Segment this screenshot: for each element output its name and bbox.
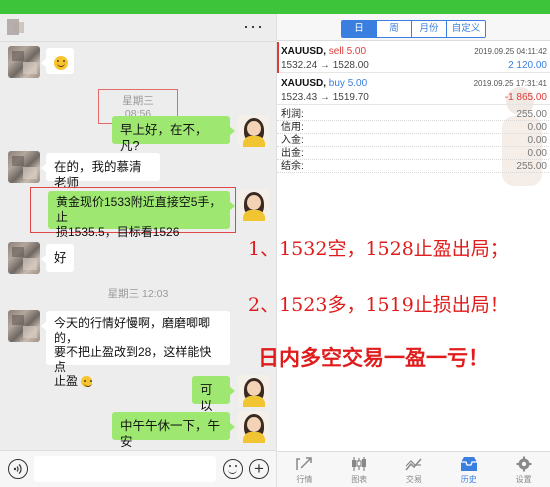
chart-icon: [352, 457, 367, 471]
my-avatar[interactable]: [238, 115, 270, 147]
summary-value: 255.00: [516, 109, 547, 120]
voice-icon: [13, 464, 22, 474]
tab-day[interactable]: 日: [342, 21, 377, 37]
summary-row: 利润: 255.00: [277, 108, 550, 121]
nav-label: 行情: [296, 475, 313, 484]
message-line: 黄金现价1533附近直接空5手，止: [56, 195, 222, 224]
smile-emoji-icon: [54, 55, 68, 70]
smile-emoji-icon: [81, 376, 93, 388]
nav-history[interactable]: 历史: [441, 452, 496, 487]
summary-label: 入金:: [281, 135, 304, 146]
summary-row: 结余: 255.00: [277, 160, 550, 173]
message-bubble-incoming[interactable]: 今天的行情好慢啊，磨磨唧唧的， 要不把止盈改到28，这样能快点 止盈: [41, 311, 230, 388]
summary-row: 出金: 0.00: [277, 147, 550, 160]
top-frame-bar: [0, 0, 550, 14]
account-summary: 利润: 255.00 信用: 0.00 入金: 0.00 出金: 0.00 结余: 255…: [277, 108, 550, 173]
deal-profit: -1 865.00: [504, 92, 547, 103]
summary-label: 信用:: [281, 122, 304, 133]
nav-label: 交易: [405, 475, 422, 484]
emoji-button[interactable]: [223, 459, 243, 479]
more-options-button[interactable]: ···: [243, 16, 264, 36]
back-arrow-icon: [7, 19, 24, 35]
summary-label: 利润:: [281, 109, 304, 120]
summary-value: 0.00: [527, 135, 547, 146]
message-bubble-incoming[interactable]: 好: [41, 244, 74, 272]
my-avatar[interactable]: [238, 189, 270, 221]
deal-profit: 2 120.00: [508, 60, 547, 71]
trade-header: 日 周 月份 自定义: [277, 14, 550, 41]
deal-time: 2019.09.25 04:11:42: [474, 47, 547, 56]
message-bubble-outgoing[interactable]: 中午午休一下，午安: [112, 412, 235, 449]
message-bubble-emoji[interactable]: [41, 48, 74, 74]
deal-side: sell 5.00: [328, 46, 367, 57]
summary-value: 0.00: [527, 122, 547, 133]
deal-symbol: XAUUSD, sell 5.00: [281, 46, 367, 57]
chat-header: ···: [0, 14, 276, 42]
tab-month[interactable]: 月份: [412, 21, 447, 37]
timestamp: 星期三 12:03: [107, 288, 169, 300]
summary-row: 信用: 0.00: [277, 121, 550, 134]
message-bubble-outgoing[interactable]: 早上好，在不，凡?: [112, 116, 235, 153]
nav-label: 历史: [460, 475, 477, 484]
annotation-line-3: 日内多空交易一盈一亏！: [258, 345, 489, 370]
deal-symbol: XAUUSD, buy 5.00: [281, 78, 368, 89]
nav-label: 设置: [515, 475, 532, 484]
message-bubble-outgoing[interactable]: 黄金现价1533附近直接空5手，止 损1535.5，目标看1526: [48, 191, 235, 239]
chat-input-bar: +: [0, 450, 276, 487]
message-bubble-outgoing[interactable]: 可以: [192, 376, 235, 413]
deal-row[interactable]: XAUUSD, sell 5.00 1532.24 → 1528.00 2019…: [277, 42, 550, 73]
nav-label: 图表: [351, 475, 368, 484]
message-input[interactable]: [34, 456, 216, 482]
quotes-icon: [296, 457, 313, 470]
deal-time: 2019.09.25 17:31:41: [473, 79, 547, 88]
settings-icon: [516, 456, 532, 472]
tab-week[interactable]: 周: [377, 21, 412, 37]
message-line: 今天的行情好慢啊，磨磨唧唧的，: [54, 316, 211, 345]
row-marker: [277, 42, 279, 73]
summary-row: 入金: 0.00: [277, 134, 550, 147]
nav-settings[interactable]: 设置: [496, 452, 550, 487]
summary-value: 255.00: [516, 161, 547, 172]
period-tabs: 日 周 月份 自定义: [341, 20, 486, 38]
annotation-line-2: 2、1523多，1519止损出局！: [248, 294, 509, 316]
tab-custom[interactable]: 自定义: [447, 21, 485, 37]
message-line: 损1535.5，目标看1526: [56, 225, 180, 239]
my-avatar[interactable]: [238, 411, 270, 443]
my-avatar[interactable]: [238, 375, 270, 407]
contact-avatar[interactable]: [8, 242, 40, 274]
history-icon: [460, 457, 477, 471]
back-button[interactable]: [6, 17, 28, 37]
nav-quotes[interactable]: 行情: [277, 452, 332, 487]
summary-label: 结余:: [281, 161, 304, 172]
message-line: 要不把止盈改到28，这样能快点: [54, 345, 212, 374]
deal-side: buy 5.00: [328, 78, 368, 89]
contact-avatar[interactable]: [8, 310, 40, 342]
summary-value: 0.00: [527, 148, 547, 159]
contact-avatar[interactable]: [8, 151, 40, 183]
deal-prices: 1523.43 → 1519.70: [281, 92, 369, 103]
bottom-nav: 行情 图表 交易 历史 设置: [277, 451, 550, 487]
chat-panel: ··· 星期三 08:56 早上好，在不，凡? 在的，我的慕清老师 黄金现价15…: [0, 14, 276, 487]
deal-prices: 1532.24 → 1528.00: [281, 60, 369, 71]
annotation-line-1: 1、1532空，1528止盈出局；: [248, 238, 509, 260]
summary-label: 出金:: [281, 148, 304, 159]
contact-avatar[interactable]: [8, 46, 40, 78]
more-functions-button[interactable]: +: [249, 459, 269, 479]
nav-chart[interactable]: 图表: [332, 452, 387, 487]
deal-row[interactable]: XAUUSD, buy 5.00 1523.43 → 1519.70 2019.…: [277, 74, 550, 105]
voice-input-button[interactable]: [8, 459, 28, 479]
trade-icon: [405, 458, 422, 471]
message-bubble-incoming[interactable]: 在的，我的慕清老师: [41, 153, 160, 190]
nav-trade[interactable]: 交易: [387, 452, 442, 487]
